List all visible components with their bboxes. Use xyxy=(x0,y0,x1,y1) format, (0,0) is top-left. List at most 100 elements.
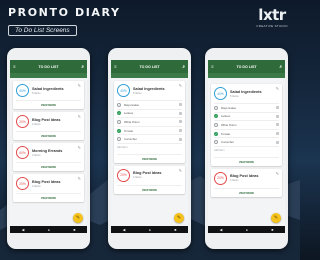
android-nav-bar: ◀ ● ■ xyxy=(111,226,188,233)
edit-icon[interactable]: ✎ xyxy=(78,145,81,150)
phone-mockup-1: ≡ TO DO LIST ⌕ ✎ 40% Salad Ingredients 5… xyxy=(7,48,90,249)
view-more-button[interactable]: VIEW MORE xyxy=(117,184,182,194)
view-more-button[interactable]: VIEW MORE xyxy=(16,100,81,109)
app-bar-title: TO DO LIST xyxy=(38,64,59,69)
add-list-fab[interactable]: ✎ xyxy=(271,213,281,223)
home-icon[interactable]: ● xyxy=(246,228,248,232)
todo-item[interactable]: White Onion xyxy=(214,120,279,129)
delete-icon[interactable] xyxy=(276,132,279,136)
delete-icon[interactable] xyxy=(179,120,182,124)
delete-icon[interactable] xyxy=(276,106,279,110)
todo-item-label: Cucumber xyxy=(124,137,137,142)
view-more-button[interactable]: VIEW MORE xyxy=(214,156,279,166)
search-icon[interactable]: ⌕ xyxy=(279,64,282,69)
back-icon[interactable]: ◀ xyxy=(220,228,223,232)
todo-item[interactable]: ✓ Lettuce xyxy=(214,111,279,121)
card-count: 5 Items xyxy=(133,91,142,95)
delete-icon[interactable] xyxy=(276,123,279,127)
list-card[interactable]: ✎ 20% Blog Post Ideas 4 Items VIEW MORE xyxy=(114,165,185,194)
edit-icon[interactable]: ✎ xyxy=(276,86,279,91)
edit-icon[interactable]: ✎ xyxy=(78,176,81,181)
note-icon: ✎ xyxy=(273,215,279,221)
list-card[interactable]: ✎ 60% Morning Errands 3 Items VIEW MORE xyxy=(13,143,84,171)
view-more-button[interactable]: VIEW MORE xyxy=(16,131,81,140)
add-list-fab[interactable]: ✎ xyxy=(174,213,184,223)
todo-item[interactable]: ✓ Tomato xyxy=(117,125,182,135)
card-title: Blog Post Ideas xyxy=(133,171,162,176)
checkbox[interactable] xyxy=(117,137,121,142)
note-icon: ✎ xyxy=(75,215,81,221)
todo-item-label: Cucumber xyxy=(221,140,234,145)
todo-item[interactable]: Cucumber xyxy=(117,134,182,143)
todo-item[interactable]: Mayonnaise xyxy=(117,100,182,109)
card-count: 4 Items xyxy=(230,179,239,183)
recent-apps-icon[interactable]: ■ xyxy=(174,228,176,232)
checkbox[interactable] xyxy=(214,140,218,145)
view-more-button[interactable]: VIEW MORE xyxy=(16,193,81,202)
todo-item-label: White Onion xyxy=(221,122,237,127)
checkbox[interactable] xyxy=(117,119,121,124)
back-icon[interactable]: ◀ xyxy=(123,228,126,232)
delete-icon[interactable] xyxy=(276,140,279,144)
app-screen: ≡ TO DO LIST ⌕ ✎ 40% Salad Ingredients 5… xyxy=(10,60,87,226)
view-more-button[interactable]: VIEW MORE xyxy=(117,153,182,163)
edit-icon[interactable]: ✎ xyxy=(276,171,279,176)
app-bar-title: TO DO LIST xyxy=(236,64,257,69)
add-item-input[interactable]: Add Item xyxy=(117,142,182,151)
list-card[interactable]: ✎ 20% Blog Post Ideas 4 Items VIEW MORE xyxy=(13,174,84,202)
todo-item[interactable]: ✓ Lettuce xyxy=(117,108,182,118)
progress-ring: 40% xyxy=(214,87,227,100)
checkbox[interactable] xyxy=(117,102,121,107)
delete-icon[interactable] xyxy=(179,129,182,133)
progress-ring: 60% xyxy=(16,146,29,159)
edit-icon[interactable]: ✎ xyxy=(78,114,81,119)
checkbox[interactable] xyxy=(214,122,218,127)
search-icon[interactable]: ⌕ xyxy=(182,64,185,69)
todo-item[interactable]: ✓ Tomato xyxy=(214,128,279,138)
card-count: 3 Items xyxy=(32,153,41,157)
card-title: Morning Errands xyxy=(32,148,63,153)
view-more-button[interactable]: VIEW MORE xyxy=(16,162,81,171)
card-count: 4 Items xyxy=(32,122,41,126)
view-more-button[interactable]: VIEW MORE xyxy=(214,187,279,197)
app-bar-extension xyxy=(208,73,285,78)
recent-apps-icon[interactable]: ■ xyxy=(73,228,75,232)
list-card[interactable]: ✎ 20% Blog Post Ideas 4 Items VIEW MORE xyxy=(211,168,282,197)
edit-icon[interactable]: ✎ xyxy=(179,168,182,173)
list-card[interactable]: ✎ 40% Salad Ingredients 5 Items VIEW MOR… xyxy=(13,81,84,109)
search-icon[interactable]: ⌕ xyxy=(81,64,84,69)
delete-icon[interactable] xyxy=(179,103,182,107)
expanded-list-card[interactable]: ✎ 40% Salad Ingredients 5 Items Mayonnai… xyxy=(211,84,282,166)
home-icon[interactable]: ● xyxy=(149,228,151,232)
android-nav-bar: ◀ ● ■ xyxy=(10,226,87,233)
add-item-input[interactable]: Add Item xyxy=(214,145,279,154)
delete-icon[interactable] xyxy=(179,111,182,115)
hamburger-menu-icon[interactable]: ≡ xyxy=(13,64,16,69)
checkbox-checked[interactable]: ✓ xyxy=(117,111,121,116)
todo-item[interactable]: Mayonnaise xyxy=(214,103,279,112)
expanded-list-card[interactable]: ✎ 40% Salad Ingredients 5 Items Mayonnai… xyxy=(114,81,185,163)
note-icon: ✎ xyxy=(176,215,182,221)
hamburger-menu-icon[interactable]: ≡ xyxy=(114,64,117,69)
delete-icon[interactable] xyxy=(179,137,182,141)
home-icon[interactable]: ● xyxy=(48,228,50,232)
card-title: Salad Ingredients xyxy=(133,86,165,91)
checkbox-checked[interactable]: ✓ xyxy=(117,128,121,133)
card-title: Salad Ingredients xyxy=(230,89,262,94)
back-icon[interactable]: ◀ xyxy=(22,228,25,232)
recent-apps-icon[interactable]: ■ xyxy=(271,228,273,232)
todo-item[interactable]: White Onion xyxy=(117,117,182,126)
list-card[interactable]: ✎ 20% Blog Post Ideas 4 Items VIEW MORE xyxy=(13,112,84,140)
hamburger-menu-icon[interactable]: ≡ xyxy=(211,64,214,69)
checkbox[interactable] xyxy=(214,105,218,110)
edit-icon[interactable]: ✎ xyxy=(179,83,182,88)
todo-item[interactable]: Cucumber xyxy=(214,137,279,146)
logo-mark: lxtr xyxy=(258,6,286,24)
delete-icon[interactable] xyxy=(276,114,279,118)
checkbox-checked[interactable]: ✓ xyxy=(214,131,218,136)
edit-icon[interactable]: ✎ xyxy=(78,83,81,88)
todo-item-label: Mayonnaise xyxy=(124,102,140,107)
add-list-fab[interactable]: ✎ xyxy=(73,213,83,223)
checkbox-checked[interactable]: ✓ xyxy=(214,114,218,119)
progress-ring: 40% xyxy=(117,84,130,97)
